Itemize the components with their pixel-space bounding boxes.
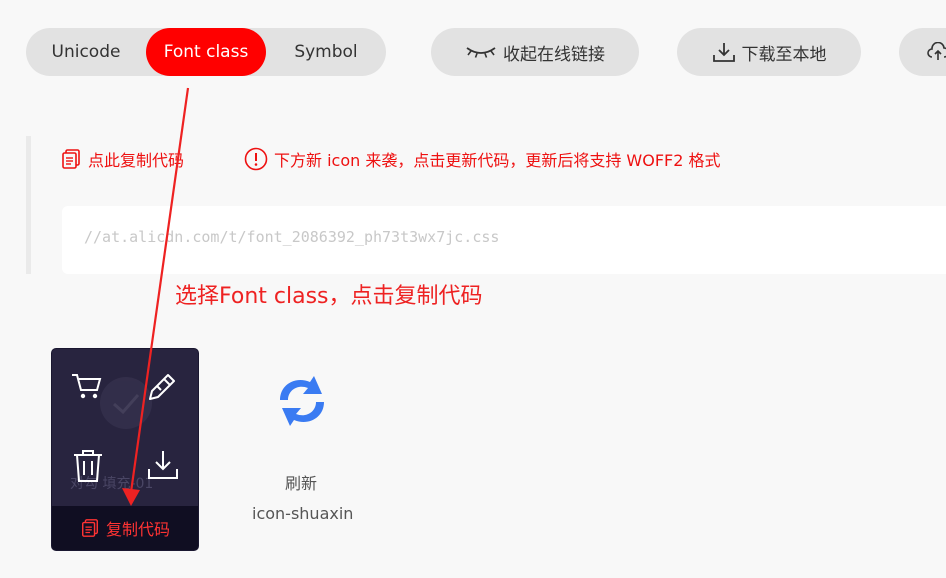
download-local-button[interactable]: 下载至本地 (677, 28, 861, 76)
icon-item-code[interactable]: icon-shuaxin (252, 504, 353, 523)
update-notice[interactable]: 下方新 icon 来袭，点击更新代码，更新后将支持 WOFF2 格式 (244, 146, 721, 172)
download-local-label: 下载至本地 (741, 44, 827, 65)
tab-unicode[interactable]: Unicode (26, 28, 146, 76)
copy-code-button[interactable]: 复制代码 (52, 506, 198, 550)
update-notice-text: 下方新 icon 来袭，点击更新代码，更新后将支持 WOFF2 格式 (274, 151, 721, 170)
copy-code-button-label: 复制代码 (105, 520, 170, 539)
collapse-online-link-button[interactable]: 收起在线链接 (431, 28, 639, 76)
icon-item-name: 刷新 (284, 474, 317, 493)
refresh-icon[interactable] (270, 370, 334, 436)
code-panel-accent (26, 136, 31, 274)
eye-closed-icon (466, 47, 496, 58)
instruction-annotation: 选择Font class，点击复制代码 (175, 284, 483, 309)
warning-circle-icon (244, 147, 268, 171)
cart-icon[interactable] (70, 371, 104, 405)
collapse-online-link-label: 收起在线链接 (503, 44, 605, 65)
copy-icon (81, 519, 98, 537)
cloud-upload-icon (927, 42, 946, 60)
download-icon (712, 43, 735, 62)
copy-code-link[interactable]: 点此复制代码 (60, 146, 184, 172)
edit-icon[interactable] (146, 369, 180, 407)
checkmark-icon (100, 377, 152, 429)
tab-symbol[interactable]: Symbol (266, 28, 386, 76)
icon-card-hovered[interactable]: 对勾 填充-01 复制代码 (51, 348, 199, 551)
tab-font-class[interactable]: Font class (146, 28, 266, 76)
font-css-url[interactable]: //at.alicdn.com/t/font_2086392_ph73t3wx7… (84, 228, 499, 246)
upload-button[interactable] (899, 28, 946, 76)
copy-icon (62, 149, 80, 169)
code-format-tabs: Unicode Font class Symbol (26, 28, 386, 76)
copy-code-link-label: 点此复制代码 (88, 151, 185, 170)
